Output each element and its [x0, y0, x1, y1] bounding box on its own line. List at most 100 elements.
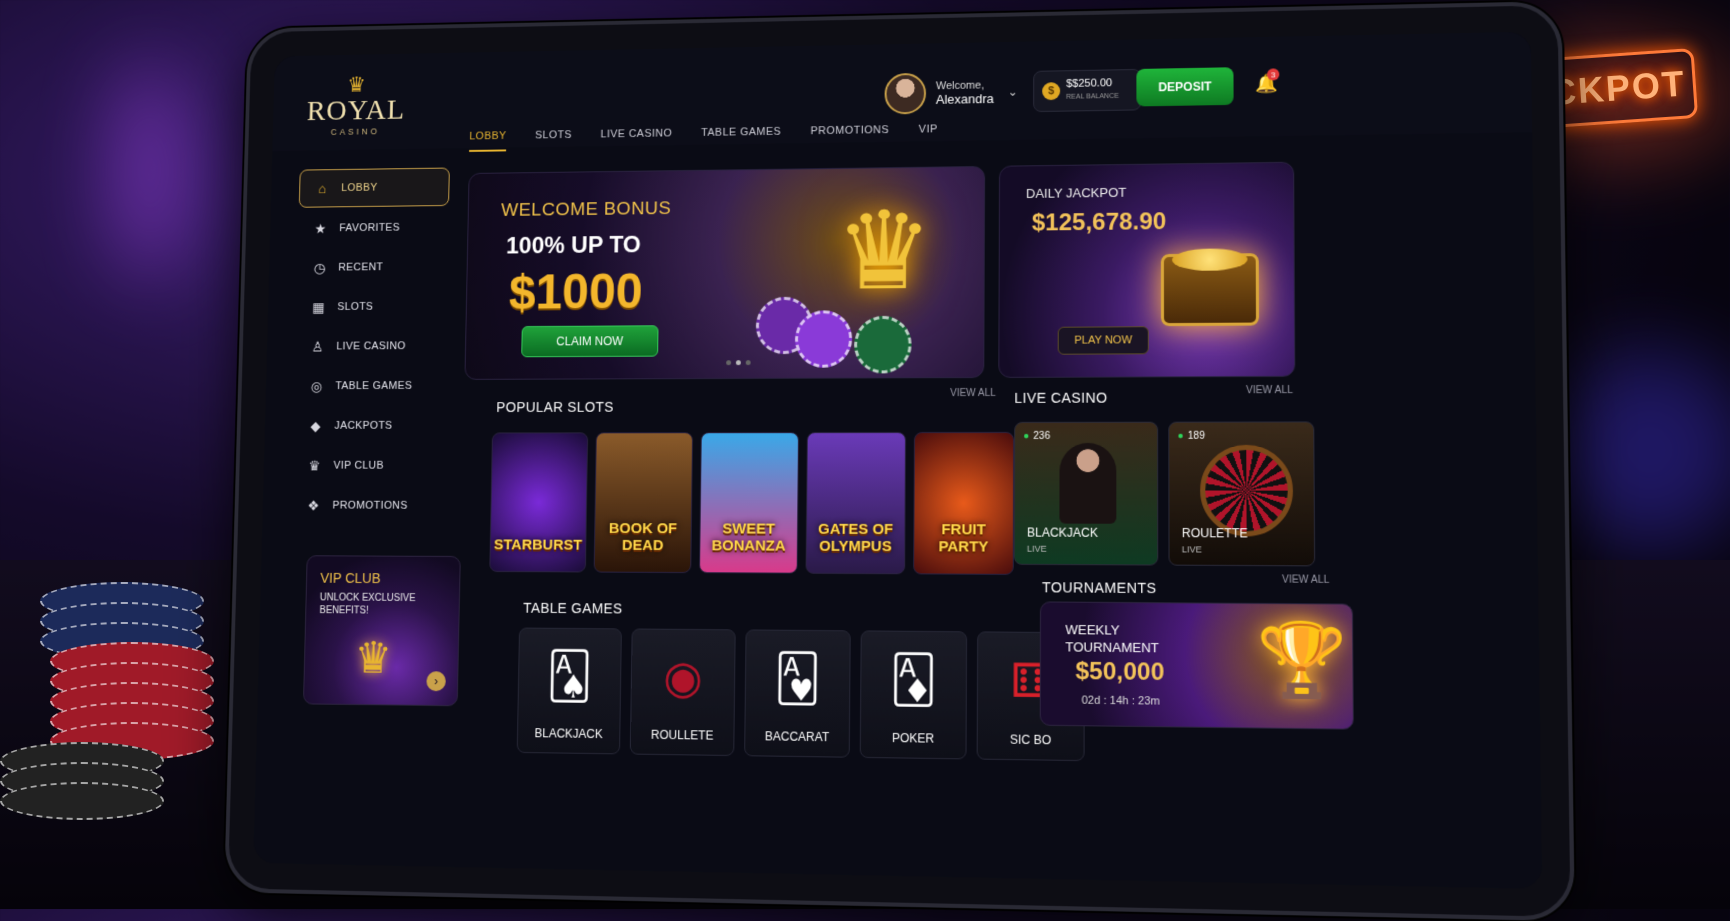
tournaments-heading: TOURNAMENTS — [1042, 579, 1157, 597]
balance-amount: $$250.00 — [1066, 77, 1113, 90]
tab-lobby[interactable]: LOBBY — [469, 130, 507, 152]
tab-table-games[interactable]: TABLE GAMES — [701, 126, 781, 149]
live-card-roulette[interactable]: 189 ROULETTE LIVE — [1168, 421, 1316, 567]
live-casino-list: 236 BLACKJACK LIVE 189 ROULETTE LIVE — [1013, 421, 1316, 567]
playing-cards-icon: 🂡 — [546, 649, 593, 702]
tablet-device: ♛ ROYAL CASINO Welcome, Alexandra ⌄ $ $$… — [224, 1, 1575, 921]
notification-badge: 3 — [1267, 68, 1280, 81]
player-count: 236 — [1023, 431, 1050, 442]
sidebar-item-lobby[interactable]: ⌂ LOBBY — [298, 167, 450, 208]
popular-slots-list: STARBURST BOOK OF DEAD SWEET BONANZA GAT… — [489, 431, 1015, 575]
slot-title: FRUIT PARTY — [938, 521, 989, 556]
vip-card-title: VIP CLUB — [320, 569, 381, 587]
sidebar-item-slots[interactable]: ▦ SLOTS — [296, 288, 448, 326]
table-game-name: SIC BO — [1009, 732, 1052, 748]
chevron-down-icon: ⌄ — [1007, 84, 1018, 99]
sidebar-item-jackpots[interactable]: ◆ JACKPOTS — [293, 407, 445, 444]
crown-icon: ♛ — [308, 457, 321, 473]
table-game-name: POKER — [891, 730, 935, 746]
tab-slots[interactable]: SLOTS — [535, 129, 572, 151]
tab-vip[interactable]: VIP — [919, 123, 938, 145]
slots-view-all-link[interactable]: VIEW ALL — [950, 388, 996, 399]
table-card-poker[interactable]: 🃁 POKER — [859, 630, 968, 760]
play-now-button[interactable]: PLAY NOW — [1057, 326, 1149, 355]
live-card-blackjack[interactable]: 236 BLACKJACK LIVE — [1013, 421, 1159, 566]
slot-machine-icon: ▦ — [312, 298, 326, 315]
slot-title: SWEET BONANZA — [711, 520, 786, 555]
diamond-icon: ◆ — [310, 417, 322, 434]
coin-icon: $ — [1042, 82, 1061, 101]
table-game-name: BACCARAT — [764, 729, 830, 745]
crown-icon: ♛ — [353, 634, 393, 683]
live-game-name: ROULETTE — [1181, 525, 1248, 541]
balance-label: REAL BALANCE — [1066, 92, 1119, 101]
tab-live-casino[interactable]: LIVE CASINO — [600, 128, 672, 150]
claim-now-button[interactable]: CLAIM NOW — [521, 325, 659, 358]
tournament-timer: 02d : 14h : 23m — [1081, 694, 1160, 708]
slot-title: BOOK OF DEAD — [608, 520, 678, 555]
sidebar-item-promotions[interactable]: ❖ PROMOTIONS — [291, 487, 444, 524]
carousel-dot[interactable] — [726, 360, 732, 366]
sidebar-item-label: RECENT — [338, 261, 384, 274]
live-view-all-link[interactable]: VIEW ALL — [1246, 385, 1293, 396]
live-casino-heading: LIVE CASINO — [1014, 389, 1108, 406]
crown-icon: ♛ — [834, 190, 933, 313]
table-card-blackjack[interactable]: 🂡 BLACKJACK — [516, 627, 622, 755]
balance-text: $$250.00 REAL BALANCE — [1066, 77, 1119, 104]
player-count: 189 — [1177, 431, 1205, 442]
sidebar-item-favorites[interactable]: ★ FAVORITES — [298, 209, 449, 247]
carousel-dots[interactable] — [726, 360, 751, 366]
sidebar-item-label: PROMOTIONS — [332, 499, 408, 512]
slot-card-gates-of-olympus[interactable]: GATES OF OLYMPUS — [805, 432, 907, 575]
tournaments-view-all-link[interactable]: VIEW ALL — [1282, 574, 1329, 586]
trophy-icon: 🏆 — [1256, 619, 1348, 701]
vip-club-card[interactable]: VIP CLUB UNLOCK EXCLUSIVE BENEFITS! ♛ › — [302, 555, 461, 707]
playing-cards-icon: 🂱 — [773, 651, 822, 705]
tab-promotions[interactable]: PROMOTIONS — [810, 124, 889, 147]
table-games-heading: TABLE GAMES — [523, 599, 623, 617]
sidebar-item-label: LIVE CASINO — [336, 340, 406, 353]
slot-card-starburst[interactable]: STARBURST — [489, 432, 589, 573]
weekly-tournament-card[interactable]: WEEKLY TOURNAMENT $50,000 02d : 14h : 23… — [1039, 601, 1354, 730]
live-game-name: BLACKJACK — [1026, 525, 1099, 540]
clock-icon: ◷ — [313, 259, 326, 276]
home-icon: ⌂ — [318, 180, 327, 197]
carousel-dot[interactable] — [735, 360, 741, 366]
slot-card-book-of-dead[interactable]: BOOK OF DEAD — [593, 432, 694, 574]
casino-chips-icon — [755, 296, 912, 374]
brand-logo[interactable]: ♛ ROYAL CASINO — [306, 72, 406, 138]
treasure-chest-icon — [1160, 253, 1260, 327]
jackpot-amount: $125,678.90 — [1031, 208, 1167, 237]
sidebar-item-label: VIP CLUB — [333, 459, 384, 472]
user-text: Welcome, Alexandra — [936, 78, 994, 107]
table-icon: ◎ — [310, 377, 323, 394]
table-card-baccarat[interactable]: 🂱 BACCARAT — [744, 629, 851, 758]
sidebar-item-label: LOBBY — [341, 181, 378, 194]
live-tag: LIVE — [1026, 543, 1047, 554]
sidebar-item-label: FAVORITES — [339, 221, 401, 235]
sidebar-item-live-casino[interactable]: ♙ LIVE CASINO — [295, 328, 447, 366]
sidebar-item-vip-club[interactable]: ♛ VIP CLUB — [292, 447, 444, 484]
table-card-roulette[interactable]: ◉ ROULLETE — [629, 628, 736, 757]
table-games-list: 🂡 BLACKJACK ◉ ROULLETE 🂱 BACCARAT 🃁 POKER ⚅ S… — [516, 627, 1085, 762]
tournament-prize: $50,000 — [1075, 657, 1165, 687]
daily-jackpot-card[interactable]: DAILY JACKPOT $125,678.90 PLAY NOW — [998, 161, 1296, 378]
slot-card-sweet-bonanza[interactable]: SWEET BONANZA — [699, 432, 800, 574]
banner-amount: $1000 — [508, 263, 644, 320]
sidebar-item-label: JACKPOTS — [334, 419, 393, 432]
deposit-button[interactable]: DEPOSIT — [1136, 67, 1234, 107]
roulette-wheel-icon — [1200, 444, 1294, 537]
sidebar-item-table-games[interactable]: ◎ TABLE GAMES — [294, 367, 446, 404]
slot-card-fruit-party[interactable]: FRUIT PARTY — [913, 431, 1015, 575]
jackpot-label: DAILY JACKPOT — [1025, 184, 1127, 201]
crown-icon: ♛ — [346, 72, 366, 97]
sidebar-nav: ⌂ LOBBY ★ FAVORITES ◷ RECENT ▦ SLOTS ♙ LIVE C… — [290, 167, 450, 528]
sidebar-item-recent[interactable]: ◷ RECENT — [297, 248, 448, 286]
balance-display[interactable]: $ $$250.00 REAL BALANCE — [1033, 68, 1142, 113]
welcome-bonus-banner[interactable]: WELCOME BONUS 100% UP TO $1000 CLAIM NOW… — [464, 165, 986, 380]
user-menu[interactable]: Welcome, Alexandra ⌄ — [884, 71, 1018, 115]
poker-chip-stack-black — [0, 742, 164, 820]
carousel-dot[interactable] — [745, 360, 751, 366]
poker-cards-icon: 🃁 — [889, 652, 938, 707]
arrow-right-icon[interactable]: › — [426, 671, 446, 692]
